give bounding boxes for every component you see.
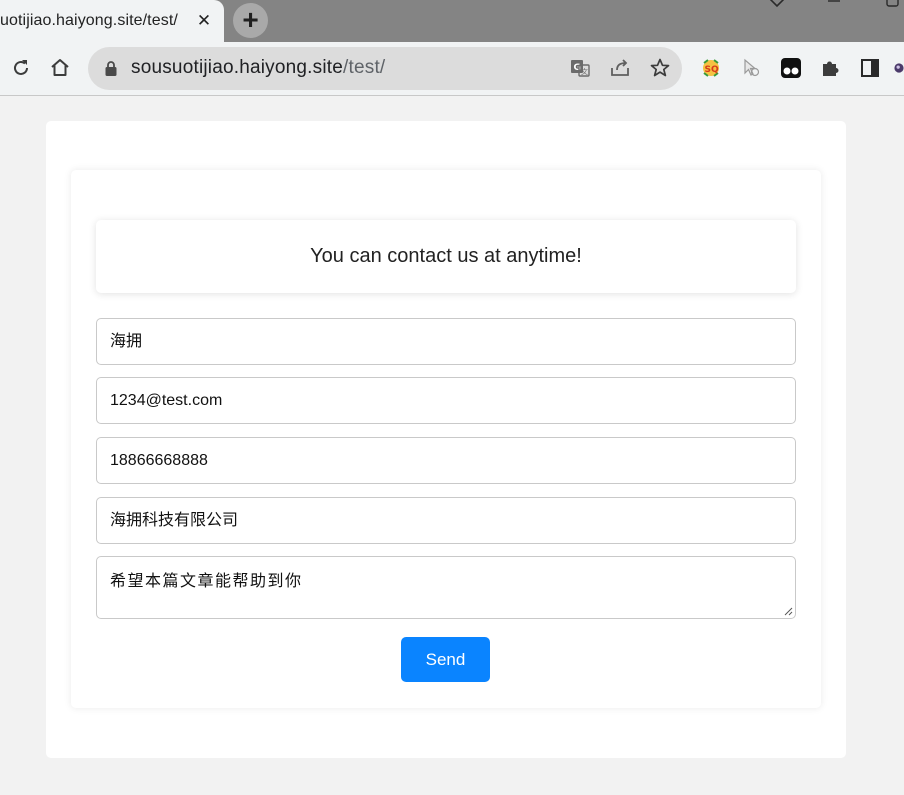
contact-form: You can contact us at anytime! 海拥 1234@t… xyxy=(71,170,821,708)
profile-avatar-icon[interactable] xyxy=(894,56,904,80)
tab-search-icon[interactable] xyxy=(768,0,786,10)
extensions-puzzle-icon[interactable] xyxy=(818,56,842,80)
url-text[interactable]: sousuotijiao.haiyong.site/test/ xyxy=(131,57,385,79)
message-text: 希望本篇文章能帮助到你 xyxy=(110,573,303,590)
svg-text:文: 文 xyxy=(581,67,588,76)
bookmark-star-icon[interactable] xyxy=(648,56,672,80)
side-panel-icon[interactable] xyxy=(858,56,882,80)
email-field[interactable]: 1234@test.com xyxy=(96,377,796,424)
form-heading: You can contact us at anytime! xyxy=(96,220,796,293)
new-tab-button[interactable]: + xyxy=(233,3,268,38)
phone-field[interactable]: 18866668888 xyxy=(96,437,796,484)
home-icon[interactable] xyxy=(48,56,72,80)
resize-handle-icon[interactable] xyxy=(784,607,793,616)
share-icon[interactable] xyxy=(608,56,632,80)
tab-strip: uotijiao.haiyong.site/test/ ✕ + xyxy=(0,0,904,42)
browser-toolbar: sousuotijiao.haiyong.site/test/ G文 SQ xyxy=(0,42,904,96)
tab-title: uotijiao.haiyong.site/test/ xyxy=(0,12,178,29)
outer-container: You can contact us at anytime! 海拥 1234@t… xyxy=(46,121,846,758)
extension-sq-icon[interactable]: SQ xyxy=(699,56,723,80)
reload-icon[interactable] xyxy=(9,56,33,80)
name-field[interactable]: 海拥 xyxy=(96,318,796,365)
lock-icon[interactable] xyxy=(104,60,118,77)
url-path: /test/ xyxy=(343,57,386,78)
send-button[interactable]: Send xyxy=(401,637,490,682)
message-textarea[interactable]: 希望本篇文章能帮助到你 xyxy=(96,556,796,619)
url-host: sousuotijiao.haiyong.site xyxy=(131,57,344,78)
minimize-icon[interactable] xyxy=(826,0,844,6)
tab-close-icon[interactable]: ✕ xyxy=(195,10,213,32)
svg-text:SQ: SQ xyxy=(705,65,719,75)
extension-tampermonkey-icon[interactable] xyxy=(779,56,803,80)
company-field[interactable]: 海拥科技有限公司 xyxy=(96,497,796,544)
browser-tab[interactable]: uotijiao.haiyong.site/test/ ✕ xyxy=(0,0,224,42)
extension-cursor-icon[interactable] xyxy=(739,56,763,80)
page-content: You can contact us at anytime! 海拥 1234@t… xyxy=(0,97,904,795)
translate-icon[interactable]: G文 xyxy=(568,56,592,80)
restore-icon[interactable] xyxy=(884,0,902,10)
